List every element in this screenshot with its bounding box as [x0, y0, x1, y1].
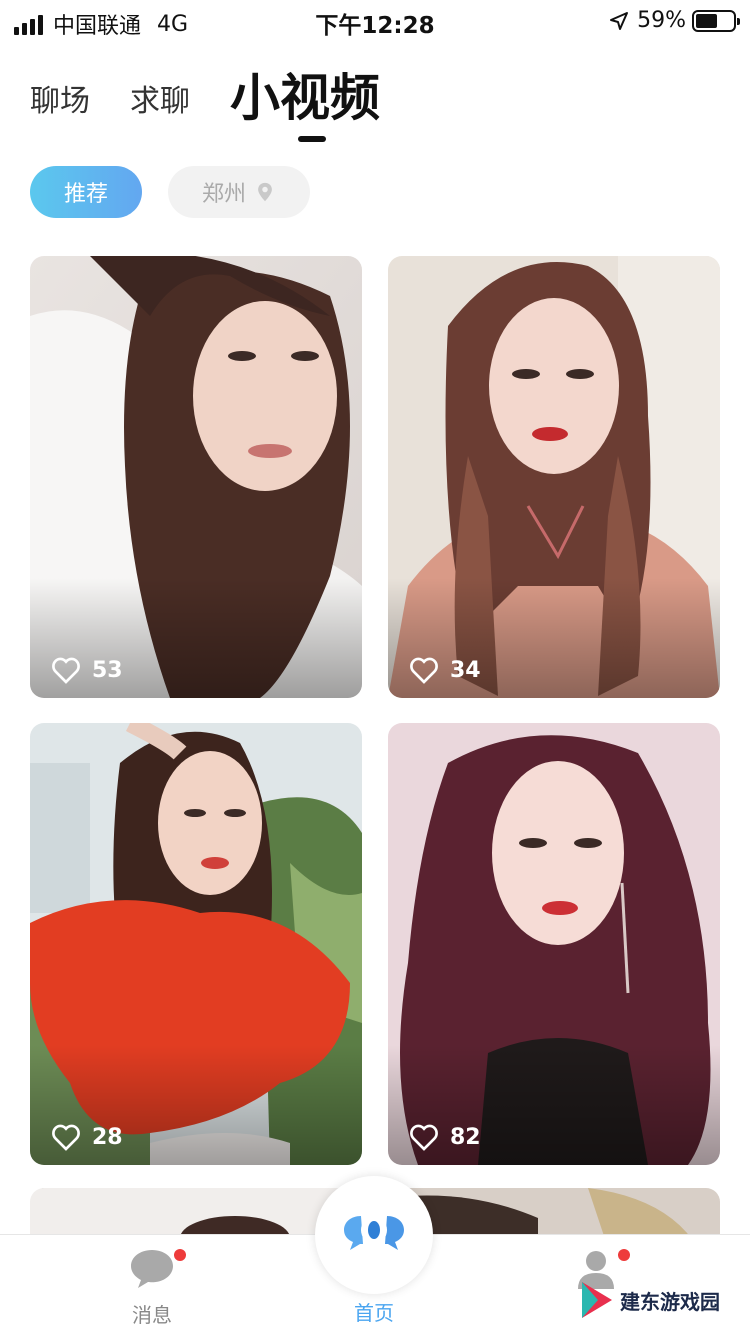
location-arrow-icon: [610, 11, 629, 30]
active-tab-indicator: [298, 136, 326, 142]
play-logo-icon: [582, 1282, 612, 1318]
tab-short-video-label: 小视频: [230, 69, 380, 127]
video-card[interactable]: 34: [388, 256, 720, 698]
notification-dot: [174, 1249, 186, 1261]
notification-dot: [618, 1249, 630, 1261]
heart-icon: [410, 657, 438, 684]
tab-request-chat[interactable]: 求聊: [130, 76, 190, 142]
like-count-value: 34: [450, 657, 481, 683]
video-card[interactable]: 28: [30, 723, 362, 1165]
watermark-text: 建东游戏园: [620, 1289, 720, 1314]
dual-chat-icon: [344, 1216, 404, 1250]
city-label: 郑州: [201, 182, 246, 207]
location-pin-icon: [258, 182, 272, 202]
tab-chat-room[interactable]: 聊场: [30, 76, 90, 142]
like-count-value: 82: [450, 1124, 481, 1150]
like-count[interactable]: 53: [50, 654, 123, 686]
status-right: 59%: [609, 8, 740, 33]
heart-icon: [410, 1124, 438, 1151]
nav-home-label: 首页: [354, 1301, 394, 1325]
battery-icon: [692, 9, 740, 32]
filter-chips: 推荐 郑州: [30, 166, 310, 218]
watermark-logo: 建东游戏园: [580, 1280, 720, 1320]
heart-icon: [52, 1124, 80, 1151]
center-home-button[interactable]: [315, 1176, 433, 1294]
like-count[interactable]: 28: [50, 1121, 123, 1153]
nav-messages-label: 消息: [132, 1303, 172, 1327]
app-screen: 中国联通 4G 下午12:28 59% 聊场 求聊 小视频 推荐 郑州 53 3…: [0, 0, 750, 1334]
recommend-chip[interactable]: 推荐: [30, 166, 142, 218]
status-bar: 中国联通 4G 下午12:28 59%: [0, 0, 750, 44]
tab-short-video[interactable]: 小视频: [230, 58, 380, 142]
nav-home[interactable]: 首页: [324, 1293, 424, 1326]
city-chip[interactable]: 郑州: [168, 166, 310, 218]
battery-percent: 59%: [637, 8, 686, 33]
like-count-value: 53: [92, 657, 123, 683]
like-count[interactable]: 34: [408, 654, 481, 686]
video-card[interactable]: 53: [30, 256, 362, 698]
heart-icon: [52, 657, 80, 684]
top-tabs: 聊场 求聊 小视频: [30, 62, 420, 142]
chat-bubble-icon: [131, 1250, 173, 1288]
like-count-value: 28: [92, 1124, 123, 1150]
like-count[interactable]: 82: [408, 1121, 481, 1153]
video-card[interactable]: 82: [388, 723, 720, 1165]
nav-messages[interactable]: 消息: [102, 1247, 202, 1328]
